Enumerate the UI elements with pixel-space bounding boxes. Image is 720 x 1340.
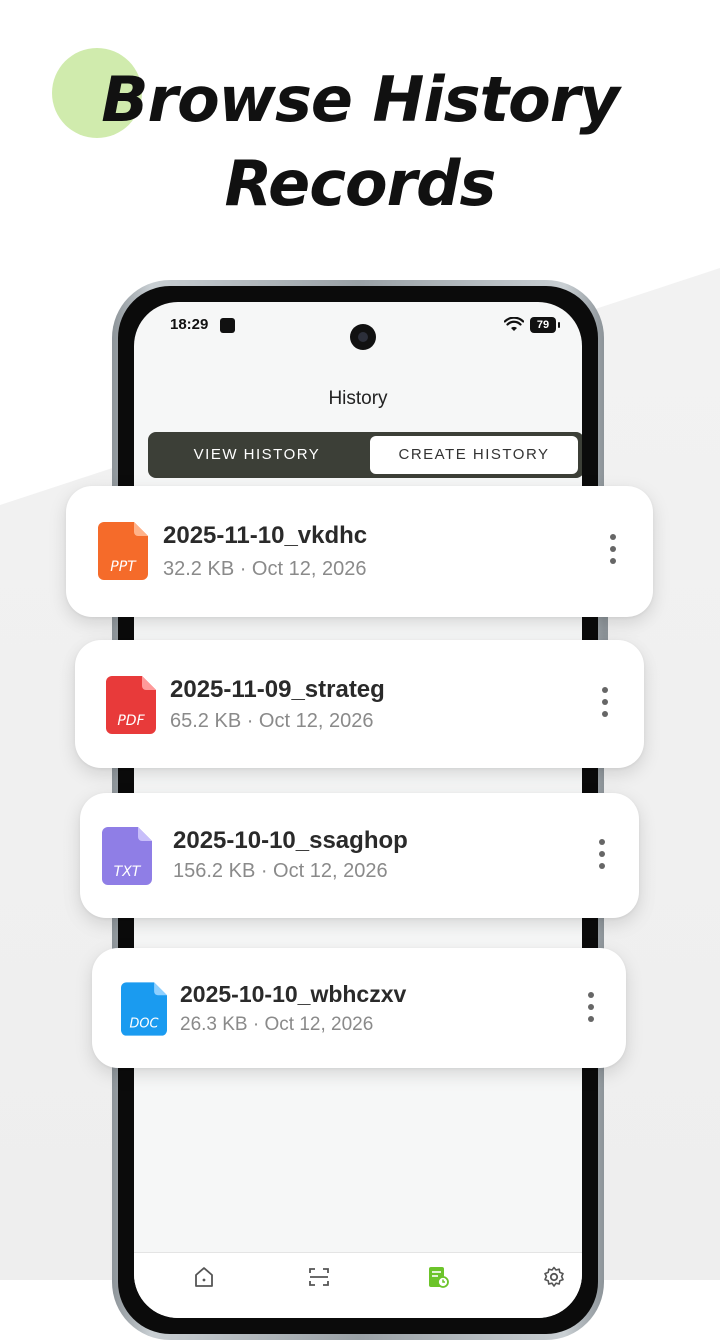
status-bar: 18:29 79	[134, 316, 582, 350]
pdf-file-icon: PDF	[106, 676, 156, 734]
file-type-label: DOC	[129, 1016, 158, 1031]
file-type-label: PDF	[117, 713, 145, 729]
file-card[interactable]: TXT 2025-10-10_ssaghop 156.2 KB · Oct 12…	[80, 793, 639, 918]
scan-icon[interactable]	[307, 1265, 331, 1289]
more-options-icon[interactable]	[608, 534, 618, 570]
file-card[interactable]: PDF 2025-11-09_strateg 65.2 KB · Oct 12,…	[75, 640, 644, 768]
file-name: 2025-11-10_vkdhc	[163, 522, 368, 549]
camera-icon	[350, 324, 376, 350]
notification-icon	[220, 318, 235, 333]
file-card[interactable]: DOC 2025-10-10_wbhczxv 26.3 KB · Oct 12,…	[92, 948, 626, 1068]
headline: Browse History Records	[0, 58, 720, 226]
file-meta: 26.3 KB · Oct 12, 2026	[180, 1014, 374, 1035]
headline-line1: Browse History	[101, 63, 620, 136]
history-tab-toggle: VIEW HISTORY CREATE HISTORY	[148, 432, 582, 478]
txt-file-icon: TXT	[102, 827, 152, 885]
more-options-icon[interactable]	[597, 839, 607, 875]
file-meta: 65.2 KB · Oct 12, 2026	[170, 710, 374, 732]
history-icon[interactable]	[426, 1265, 450, 1289]
tab-create-history[interactable]: CREATE HISTORY	[370, 436, 578, 474]
file-meta: 156.2 KB · Oct 12, 2026	[173, 860, 388, 882]
home-icon[interactable]	[192, 1265, 216, 1289]
file-name: 2025-10-10_wbhczxv	[180, 981, 407, 1007]
doc-file-icon: DOC	[121, 982, 167, 1036]
battery-indicator: 79	[530, 317, 560, 333]
wifi-icon	[504, 317, 524, 331]
settings-icon[interactable]	[542, 1265, 566, 1289]
status-time: 18:29	[170, 316, 209, 333]
file-type-label: PPT	[110, 559, 137, 575]
more-options-icon[interactable]	[600, 687, 610, 723]
bottom-nav	[134, 1252, 582, 1318]
headline-line2: Records	[224, 147, 497, 220]
file-meta: 32.2 KB · Oct 12, 2026	[163, 558, 367, 580]
more-options-icon[interactable]	[586, 992, 596, 1028]
file-name: 2025-10-10_ssaghop	[173, 827, 408, 854]
file-type-label: TXT	[114, 864, 142, 880]
file-name: 2025-11-09_strateg	[170, 676, 385, 703]
page-title: History	[328, 388, 388, 409]
file-card[interactable]: PPT 2025-11-10_vkdhc 32.2 KB · Oct 12, 2…	[66, 486, 653, 617]
tab-view-history[interactable]: VIEW HISTORY	[148, 432, 366, 478]
ppt-file-icon: PPT	[98, 522, 148, 580]
